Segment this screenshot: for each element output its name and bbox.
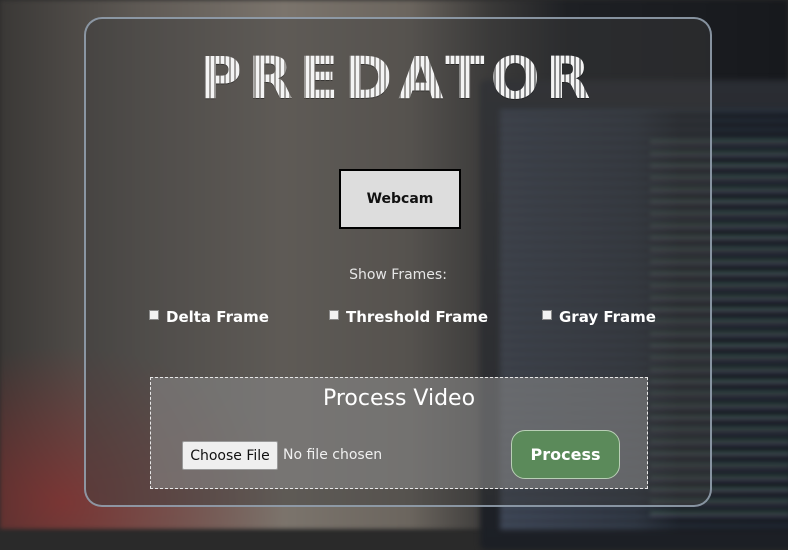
gray-frame-label: Gray Frame xyxy=(559,308,656,326)
threshold-frame-option[interactable]: Threshold Frame xyxy=(329,308,488,326)
delta-frame-checkbox[interactable] xyxy=(149,310,159,320)
file-status-text: No file chosen xyxy=(283,447,383,463)
process-button[interactable]: Process xyxy=(511,430,620,479)
gray-frame-option[interactable]: Gray Frame xyxy=(542,308,656,326)
process-video-title: Process Video xyxy=(322,386,476,411)
choose-file-button[interactable]: Choose File xyxy=(182,441,278,470)
delta-frame-label: Delta Frame xyxy=(166,308,269,326)
process-video-section: Process Video Choose File No file chosen… xyxy=(150,377,648,489)
app-title: PREDATOR xyxy=(199,44,597,112)
webcam-button[interactable]: Webcam xyxy=(339,169,461,229)
threshold-frame-label: Threshold Frame xyxy=(346,308,489,326)
main-panel: PREDATOR Webcam Show Frames: Delta Frame… xyxy=(84,17,712,507)
threshold-frame-checkbox[interactable] xyxy=(329,310,339,320)
gray-frame-checkbox[interactable] xyxy=(542,310,552,320)
delta-frame-option[interactable]: Delta Frame xyxy=(149,308,269,326)
show-frames-label: Show Frames: xyxy=(349,267,447,283)
